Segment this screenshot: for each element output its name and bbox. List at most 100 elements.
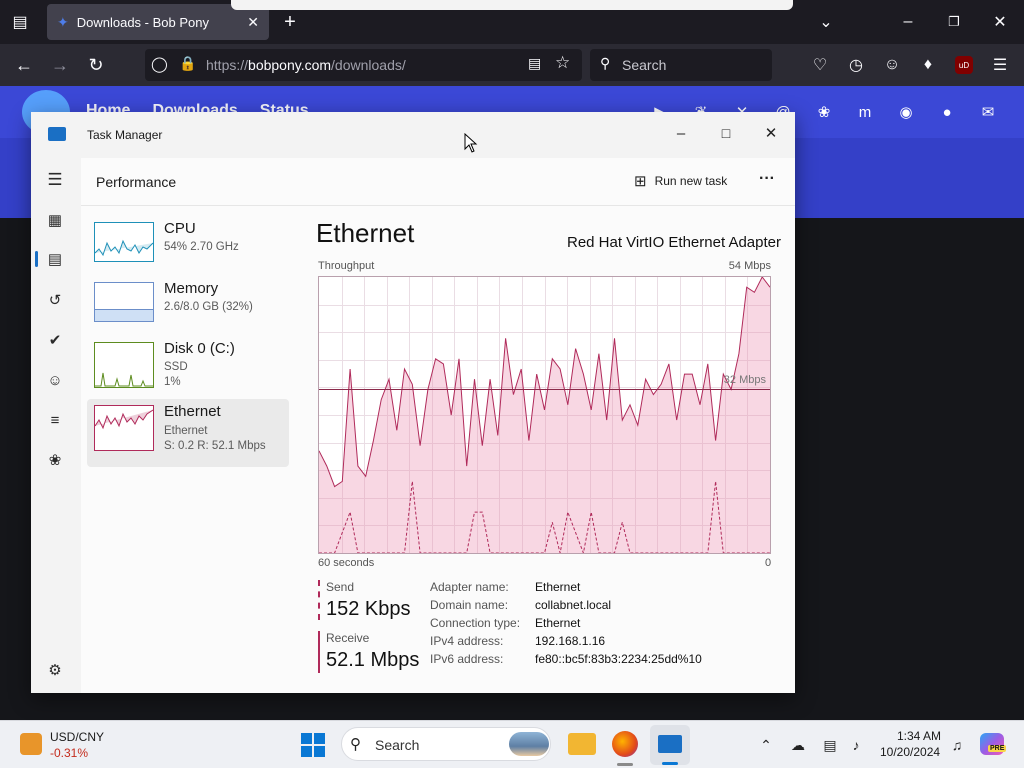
resource-disk[interactable]: Disk 0 (C:) SSD 1% (87, 336, 289, 400)
more-options-icon[interactable]: ··· (759, 170, 775, 188)
resource-name: Disk 0 (C:) (164, 340, 235, 357)
task-manager-titlebar[interactable]: Task Manager – □ ✕ (31, 112, 795, 158)
task-manager-window: Task Manager – □ ✕ ☰ ▦ ▤ ↺ ✔ ☺ ≡ ❀ ⚙ Per… (31, 112, 795, 693)
overlay-window-edge (231, 0, 793, 10)
disk-mini-graph (95, 372, 153, 387)
url-text: https://bobpony.com/downloads/ (206, 57, 406, 73)
property-key: IPv4 address: (430, 634, 504, 648)
services-icon[interactable]: ❀ (43, 448, 67, 472)
settings-gear-icon[interactable]: ⚙ (43, 658, 67, 682)
lock-icon[interactable]: 🔒 (179, 55, 196, 72)
search-placeholder: Search (622, 57, 667, 73)
notification-bell-icon[interactable]: ♫ (946, 734, 968, 756)
throughput-graph: 32 Mbps (318, 276, 771, 555)
processes-icon[interactable]: ▦ (43, 208, 67, 232)
resource-detail-2: 1% (164, 376, 181, 388)
send-indicator (318, 580, 320, 620)
tm-maximize-icon[interactable]: □ (704, 118, 748, 148)
hamburger-menu-icon[interactable]: ☰ (43, 168, 67, 192)
receive-label: Receive (326, 631, 370, 645)
resource-ethernet[interactable]: Ethernet Ethernet S: 0.2 R: 52.1 Mbps (87, 399, 289, 467)
disk-thumbnail (94, 342, 154, 388)
tab-list-icon[interactable]: ▤ (6, 8, 34, 36)
memory-fill (95, 309, 153, 321)
chevron-up-icon[interactable]: ⌃ (755, 734, 777, 756)
startup-apps-icon[interactable]: ✔ (43, 328, 67, 352)
resource-detail: Ethernet (164, 425, 208, 437)
clock-time[interactable]: 1:34 AM (897, 729, 941, 743)
tab-title: Downloads - Bob Pony (76, 14, 209, 30)
volume-muted-icon[interactable]: ♪ (845, 734, 867, 756)
property-value: Ethernet (535, 616, 581, 630)
url-host: bobpony.com (248, 57, 332, 73)
app-history-icon[interactable]: ↺ (43, 288, 67, 312)
extensions-icon[interactable]: ♦ (914, 51, 942, 79)
resource-cpu[interactable]: CPU 54% 2.70 GHz (87, 216, 289, 280)
restore-icon[interactable]: ❐ (940, 8, 968, 36)
currency-widget-icon[interactable] (20, 733, 42, 755)
forward-icon[interactable]: → (46, 51, 74, 79)
currency-pair[interactable]: USD/CNY (50, 730, 104, 744)
active-indicator (35, 251, 38, 267)
search-highlight-image (509, 732, 549, 756)
minimize-icon[interactable]: – (894, 8, 922, 36)
reference-line-label: 32 Mbps (723, 374, 766, 387)
tm-close-icon[interactable]: ✕ (749, 118, 793, 148)
network-icon[interactable]: ▤ (819, 734, 841, 756)
task-manager-app-icon (48, 127, 66, 141)
resource-name: Memory (164, 280, 219, 297)
run-new-task-button[interactable]: ⊞ Run new task (634, 172, 727, 190)
property-value: Ethernet (535, 580, 581, 594)
extension-clock-icon[interactable]: ◷ (842, 51, 870, 79)
mouse-cursor-icon (464, 133, 478, 153)
close-window-icon[interactable]: ✕ (986, 8, 1014, 36)
cloud-icon[interactable]: ☁ (787, 734, 809, 756)
github-icon[interactable]: ● (937, 102, 957, 122)
property-row: Connection type: Ethernet (430, 616, 702, 634)
property-row: Domain name: collabnet.local (430, 598, 702, 616)
menu-icon[interactable]: ☰ (986, 51, 1014, 79)
close-tab-icon[interactable]: ✕ (247, 14, 259, 31)
copilot-icon[interactable]: PRE (980, 733, 1007, 755)
reader-view-icon[interactable]: ▤ (528, 55, 541, 72)
back-icon[interactable]: ← (10, 51, 38, 79)
discord-icon[interactable]: ◉ (896, 102, 916, 122)
clock-date[interactable]: 10/20/2024 (880, 745, 940, 759)
ethernet-thumbnail (94, 405, 154, 451)
property-row: IPv4 address: 192.168.1.16 (430, 634, 702, 652)
details-icon[interactable]: ≡ (43, 408, 67, 432)
firefox-icon[interactable] (612, 731, 638, 757)
tm-minimize-icon[interactable]: – (659, 118, 703, 148)
property-key: IPv6 address: (430, 652, 504, 666)
resource-name: Ethernet (164, 403, 221, 420)
taskbar-search[interactable]: ⚲ Search (341, 727, 551, 761)
throughput-chart-svg (318, 276, 771, 555)
url-path: /downloads/ (331, 57, 406, 73)
chevron-down-icon[interactable]: ⌄ (812, 8, 840, 36)
receive-indicator (318, 631, 320, 673)
new-tab-icon[interactable]: + (276, 8, 304, 36)
resource-memory[interactable]: Memory 2.6/8.0 GB (32%) (87, 276, 289, 340)
task-manager-taskbar-button[interactable] (650, 725, 690, 765)
shield-icon[interactable]: ◯ (151, 55, 168, 73)
bluesky-icon[interactable]: ❀ (814, 102, 834, 122)
browser-search-bar[interactable]: ⚲ Search (590, 49, 772, 81)
ublock-icon[interactable]: uD (955, 56, 973, 74)
property-key: Connection type: (430, 616, 521, 630)
reload-icon[interactable]: ↻ (82, 51, 110, 79)
account-icon[interactable]: ☺ (878, 51, 906, 79)
run-new-task-label: Run new task (654, 174, 728, 188)
max-scale-label: 54 Mbps (728, 260, 771, 272)
mastodon-icon[interactable]: m (855, 102, 875, 122)
url-bar[interactable]: ◯ 🔒 https://bobpony.com/downloads/ ▤ ☆ (145, 49, 582, 81)
performance-icon[interactable]: ▤ (43, 247, 67, 271)
users-icon[interactable]: ☺ (43, 368, 67, 392)
resource-detail: 54% 2.70 GHz (164, 241, 239, 253)
site-favicon-icon: ✦ (57, 13, 69, 30)
taskbar-search-label: Search (375, 737, 420, 753)
email-icon[interactable]: ✉ (978, 102, 998, 122)
file-explorer-icon[interactable] (568, 733, 596, 755)
pocket-icon[interactable]: ♡ (806, 51, 834, 79)
bookmark-star-icon[interactable]: ☆ (555, 53, 570, 73)
windows-start-icon[interactable] (301, 733, 325, 757)
